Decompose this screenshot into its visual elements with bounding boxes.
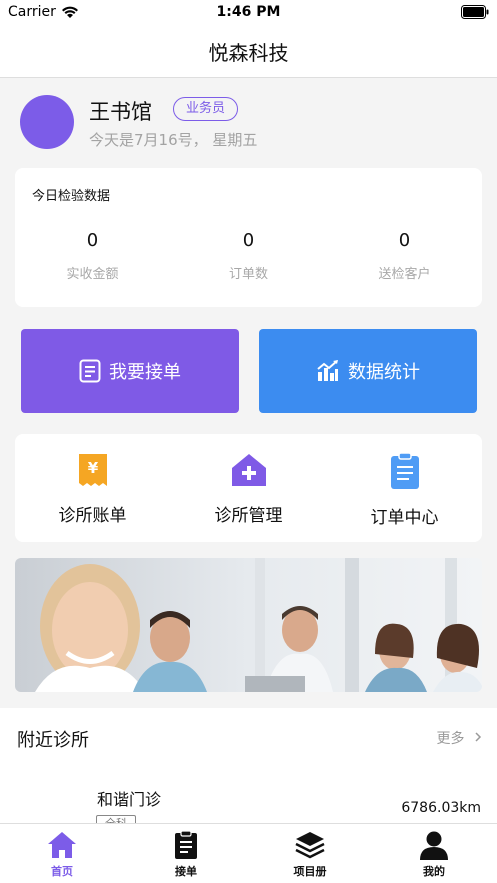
stat-value: 0 [398, 230, 411, 251]
nearby-clinics-section: 附近诊所 更多 和谐门诊 6786.03km 全科 [0, 708, 497, 823]
stat-customers: 0 送检客户 [327, 230, 482, 282]
tab-label: 项目册 [293, 865, 327, 878]
banner-image [15, 558, 482, 692]
quick-menu-card: ¥ 诊所账单 诊所管理 订单中心 [15, 434, 482, 542]
more-label: 更多 [436, 731, 465, 747]
page-title: 悦森科技 [208, 41, 289, 65]
more-link[interactable]: 更多 [437, 728, 483, 748]
tab-home[interactable]: 首页 [0, 830, 124, 879]
stats-title: 今日检验数据 [32, 189, 111, 204]
document-icon [79, 359, 101, 383]
role-badge: 业务员 [173, 97, 239, 121]
menu-item-order-center[interactable]: 订单中心 [327, 452, 482, 528]
section-title: 附近诊所 [17, 730, 89, 751]
stat-value: 0 [86, 230, 99, 251]
avatar[interactable] [20, 95, 74, 149]
tab-orders[interactable]: 接单 [124, 830, 248, 879]
stat-label: 送检客户 [378, 267, 431, 282]
stat-label: 实收金额 [66, 267, 119, 282]
accept-order-label: 我要接单 [109, 362, 181, 383]
promo-banner[interactable] [15, 558, 482, 692]
tab-label: 我的 [423, 865, 445, 878]
tab-label: 接单 [175, 865, 197, 878]
today-stats-card: 今日检验数据 0 实收金额 0 订单数 0 送检客户 [15, 168, 482, 307]
svg-text:¥: ¥ [87, 459, 98, 477]
menu-item-clinic-bill[interactable]: ¥ 诊所账单 [15, 452, 170, 526]
clinic-name[interactable]: 和谐门诊 [97, 786, 161, 810]
stat-label: 订单数 [228, 267, 268, 282]
user-icon [420, 831, 448, 860]
menu-label: 诊所管理 [214, 506, 283, 526]
clinic-tag: 全科 [96, 815, 136, 823]
battery-icon [461, 5, 489, 19]
status-time: 1:46 PM [216, 4, 281, 20]
menu-label: 订单中心 [370, 508, 439, 528]
bill-icon: ¥ [78, 454, 107, 486]
clinic-distance: 6786.03km [401, 800, 481, 816]
chart-icon [317, 360, 338, 381]
stat-orders: 0 订单数 [171, 230, 326, 282]
tab-label: 首页 [51, 865, 73, 878]
home-icon [48, 832, 76, 858]
stat-revenue: 0 实收金额 [15, 230, 170, 282]
data-statistics-button[interactable]: 数据统计 [259, 329, 477, 413]
tab-bar: 首页 接单 项目册 我的 [0, 823, 497, 883]
clipboard-icon [390, 452, 419, 489]
stat-value: 0 [242, 230, 255, 251]
navigation-bar: 悦森科技 [0, 26, 497, 78]
accept-order-button[interactable]: 我要接单 [21, 329, 239, 413]
menu-label: 诊所账单 [58, 506, 127, 526]
order-clipboard-icon [175, 830, 197, 859]
tab-projects[interactable]: 项目册 [248, 830, 372, 879]
chevron-right-icon [475, 732, 482, 742]
layers-icon [295, 832, 325, 859]
menu-item-clinic-manage[interactable]: 诊所管理 [171, 452, 326, 526]
date-text: 今天是7月16号， 星期五 [89, 131, 258, 149]
status-bar: Carrier 1:46 PM [0, 0, 497, 26]
data-statistics-label: 数据统计 [348, 362, 420, 383]
profile-header: 王书馆 业务员 今天是7月16号， 星期五 [0, 78, 497, 168]
user-name: 王书馆 [89, 100, 152, 124]
tab-mine[interactable]: 我的 [372, 830, 496, 879]
clinic-house-icon [231, 454, 266, 486]
